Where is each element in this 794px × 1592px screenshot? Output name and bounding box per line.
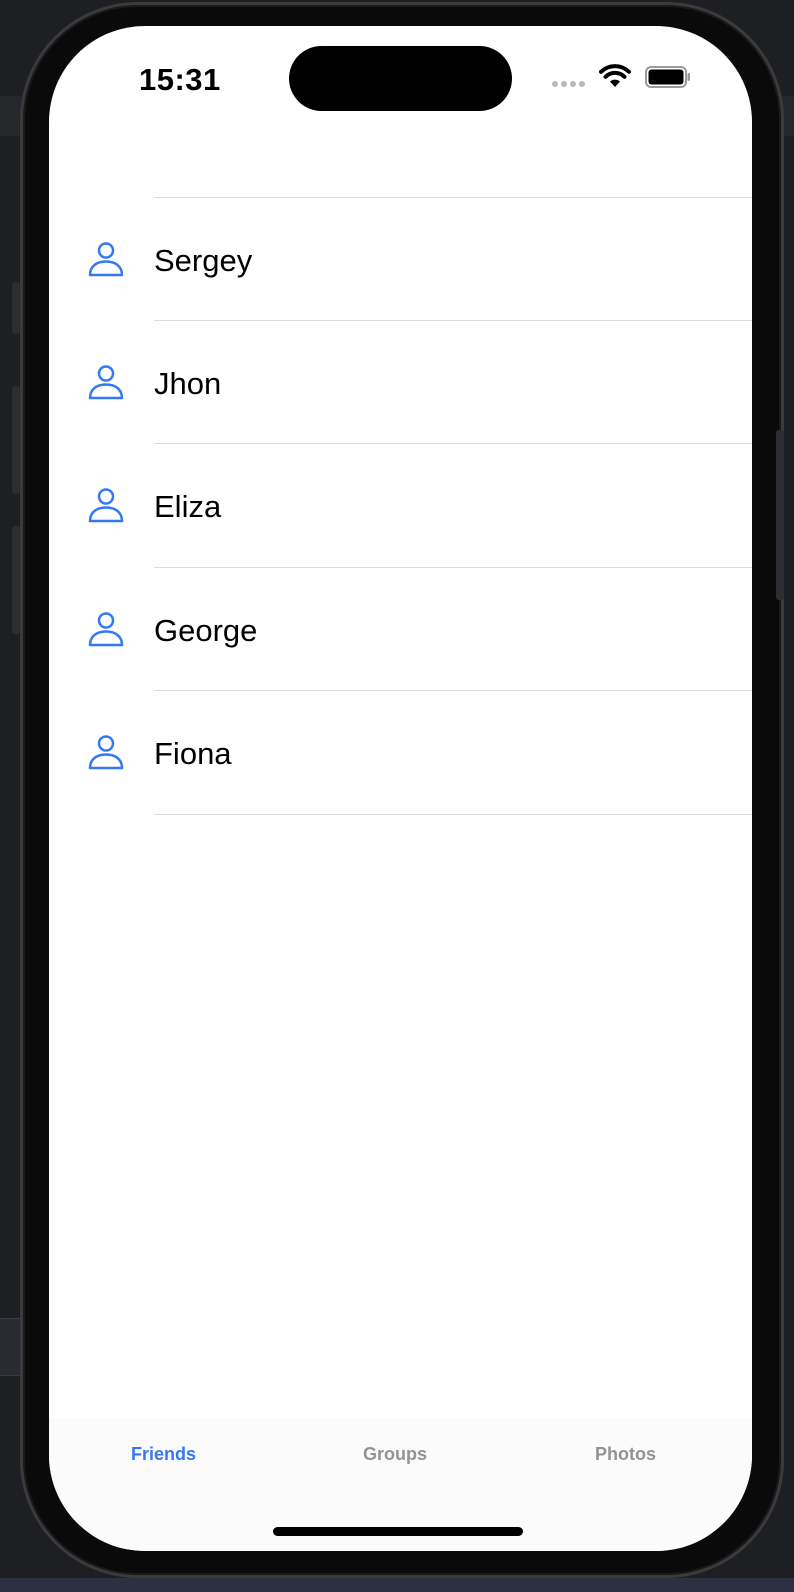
volume-up-button [12,386,20,494]
list-item[interactable]: Eliza [49,444,752,568]
person-icon [87,733,125,771]
power-button [776,430,784,600]
friend-name: Eliza [154,489,222,524]
side-button [12,282,20,334]
tab-photos[interactable]: Photos [595,1444,656,1465]
friend-name: Fiona [154,736,232,771]
person-icon [87,363,125,401]
cellular-signal-icon [552,81,585,87]
tab-friends[interactable]: Friends [131,1444,196,1465]
app-screen: 15:31 Sergey Jhon Eliza George Fiona Fri… [49,26,752,1551]
volume-down-button [12,526,20,634]
friend-name: Sergey [154,243,253,278]
person-icon [87,240,125,278]
list-item[interactable]: Jhon [49,321,752,445]
friend-name: George [154,613,258,648]
dynamic-island [289,46,512,111]
person-icon [87,486,125,524]
list-item[interactable]: Sergey [49,198,752,322]
wifi-icon [599,63,631,94]
list-item[interactable]: Fiona [49,691,752,815]
status-time: 15:31 [139,62,221,97]
background-bottom-strip [0,1578,794,1592]
person-icon [87,610,125,648]
row-separator [154,814,752,815]
home-indicator[interactable] [273,1527,523,1536]
battery-icon [645,66,691,93]
friend-name: Jhon [154,366,222,401]
list-item[interactable]: George [49,568,752,692]
tab-groups[interactable]: Groups [363,1444,427,1465]
